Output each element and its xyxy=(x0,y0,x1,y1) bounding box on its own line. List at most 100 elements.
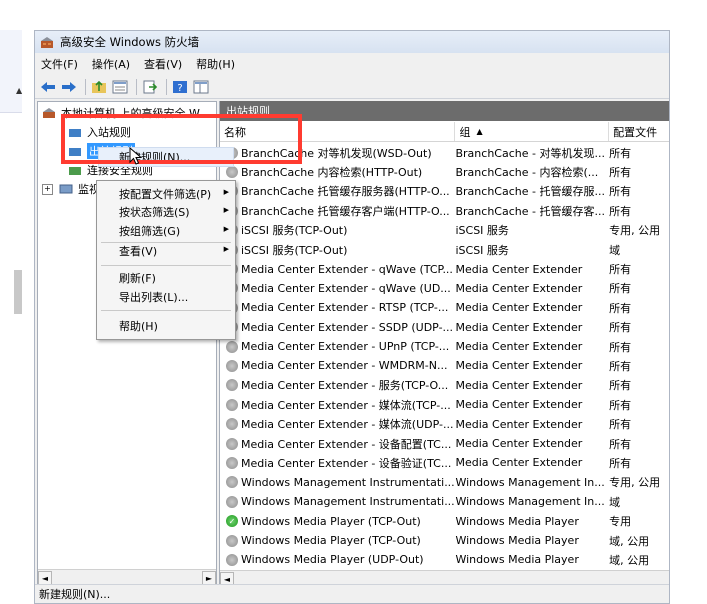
table-row[interactable]: Media Center Extender - WMDRM-N... Media … xyxy=(220,356,669,375)
cell-profile: 域, 公用 xyxy=(609,534,650,548)
firewall-app-icon xyxy=(40,36,55,49)
ctx-filter-by-profile[interactable]: 按配置文件筛选(P) xyxy=(119,185,211,203)
cell-profile: 所有 xyxy=(609,301,632,315)
rule-disabled-icon xyxy=(226,340,238,353)
cell-name: Media Center Extender - 设备验证(TC... xyxy=(220,455,455,471)
navigation-tree: 本地计算机 上的高级安全 W... 入站规则 出站规则 连接安全规则 + 监视 … xyxy=(37,101,217,587)
rule-disabled-icon xyxy=(226,398,238,411)
table-row[interactable]: iSCSI 服务(TCP-Out) iSCSI 服务 专用, 公用 xyxy=(220,221,669,240)
rule-disabled-icon xyxy=(226,495,238,508)
scroll-up-icon[interactable]: ▲ xyxy=(16,86,22,95)
table-row[interactable]: Windows Management Instrumentati... Windo… xyxy=(220,473,669,492)
properties-icon[interactable] xyxy=(111,79,129,95)
rule-enabled-icon: ✓ xyxy=(226,515,238,528)
table-row[interactable]: BranchCache 对等机发现(WSD-Out) BranchCache - … xyxy=(220,143,669,162)
tree-item-monitoring[interactable]: + 监视 xyxy=(42,180,100,198)
ctx-export-list[interactable]: 导出列表(L)... xyxy=(119,288,188,306)
cell-group: BranchCache - 托管缓存客... xyxy=(455,204,605,218)
tree-root[interactable]: 本地计算机 上的高级安全 W... xyxy=(42,104,209,122)
scroll-right-icon[interactable]: ► xyxy=(202,571,216,585)
cell-name: Media Center Extender - 媒体流(UDP-... xyxy=(220,416,455,432)
cell-name: iSCSI 服务(TCP-Out) xyxy=(220,222,455,238)
back-icon[interactable] xyxy=(39,79,57,95)
cell-profile: 域 xyxy=(609,495,621,509)
table-row[interactable]: BranchCache 托管缓存客户端(HTTP-O... BranchCache… xyxy=(220,201,669,220)
cell-group: Media Center Extender xyxy=(455,301,583,315)
rule-disabled-icon xyxy=(226,418,238,431)
table-row[interactable]: Windows Management Instrumentati... Windo… xyxy=(220,492,669,511)
cell-profile: 所有 xyxy=(609,398,632,412)
cell-name: Media Center Extender - qWave (UD... xyxy=(220,282,455,295)
menu-view[interactable]: 查看(V) xyxy=(144,56,182,72)
up-folder-icon[interactable] xyxy=(90,79,108,95)
table-row[interactable]: BranchCache 托管缓存服务器(HTTP-O... BranchCache… xyxy=(220,182,669,201)
table-row[interactable]: Media Center Extender - 媒体流(UDP-... Media… xyxy=(220,414,669,433)
table-row[interactable]: Media Center Extender - 设备验证(TC... Media … xyxy=(220,453,669,472)
cell-name: iSCSI 服务(TCP-Out) xyxy=(220,242,455,258)
table-row[interactable]: BranchCache 内容检索(HTTP-Out) BranchCache - … xyxy=(220,162,669,181)
cell-name: Media Center Extender - UPnP (TCP-... xyxy=(220,340,455,353)
table-row[interactable]: ✓ Windows Media Player (TCP-Out) Windows M… xyxy=(220,511,669,530)
cell-group: Media Center Extender xyxy=(455,359,583,373)
scroll-left-icon[interactable]: ◄ xyxy=(38,571,52,585)
table-row[interactable]: Windows Media Player (UDP-Out) Windows Me… xyxy=(220,550,669,569)
toolbar-divider xyxy=(166,79,167,95)
submenu-arrow-icon: ▶ xyxy=(223,206,229,214)
ctx-filter-by-state[interactable]: 按状态筛选(S) xyxy=(119,203,190,221)
cell-group: Media Center Extender xyxy=(455,398,583,412)
table-row[interactable]: Media Center Extender - RTSP (TCP-... Med… xyxy=(220,298,669,317)
table-row[interactable]: Media Center Extender - qWave (TCP... Med… xyxy=(220,259,669,278)
table-row[interactable]: Media Center Extender - UPnP (TCP-... Med… xyxy=(220,337,669,356)
export-icon[interactable] xyxy=(141,79,159,95)
cell-group: Windows Management In... xyxy=(455,495,605,509)
cell-name: Windows Management Instrumentati... xyxy=(220,476,455,489)
column-header-profile[interactable]: 配置文件 xyxy=(609,122,669,141)
help-icon[interactable]: ? xyxy=(171,79,189,95)
column-header-name[interactable]: 名称 xyxy=(220,122,456,141)
cell-profile: 所有 xyxy=(609,437,632,451)
menu-file[interactable]: 文件(F) xyxy=(41,56,78,72)
cell-name: Windows Media Player (TCP-Out) xyxy=(220,534,455,547)
submenu-arrow-icon: ▶ xyxy=(223,245,229,253)
menu-help[interactable]: 帮助(H) xyxy=(196,56,235,72)
table-row[interactable]: Windows Media Player (TCP-Out) Windows Me… xyxy=(220,531,669,550)
toolbar-divider xyxy=(136,79,137,95)
ctx-help[interactable]: 帮助(H) xyxy=(119,317,158,335)
scrollbar-thumb[interactable] xyxy=(14,270,22,314)
table-row[interactable]: Media Center Extender - 服务(TCP-O... Media… xyxy=(220,376,669,395)
expand-plus-icon[interactable]: + xyxy=(42,183,53,195)
cell-group: Media Center Extender xyxy=(455,417,583,431)
cell-group: BranchCache - 内容检索(... xyxy=(455,166,599,180)
menu-action[interactable]: 操作(A) xyxy=(92,56,130,72)
tree-item-inbound-rules[interactable]: 入站规则 xyxy=(68,123,131,141)
monitoring-icon xyxy=(59,183,73,195)
ctx-new-rule[interactable]: 新建规则(N)... xyxy=(98,147,234,167)
table-row[interactable]: Media Center Extender - qWave (UD... Medi… xyxy=(220,279,669,298)
cell-group: Windows Media Player xyxy=(455,553,579,567)
rule-disabled-icon xyxy=(226,166,238,179)
show-hide-pane-icon[interactable] xyxy=(192,79,210,95)
cell-name: Media Center Extender - RTSP (TCP-... xyxy=(220,301,455,314)
submenu-arrow-icon: ▶ xyxy=(223,188,229,196)
cell-profile: 专用, 公用 xyxy=(609,224,661,238)
table-row[interactable]: Media Center Extender - 媒体流(TCP-... Media… xyxy=(220,395,669,414)
status-bar: 新建规则(N)... xyxy=(35,584,669,603)
connection-security-icon xyxy=(68,164,82,176)
cell-name: Media Center Extender - 设备配置(TC... xyxy=(220,436,455,452)
table-row[interactable]: iSCSI 服务(TCP-Out) iSCSI 服务 域 xyxy=(220,240,669,259)
cell-group: Media Center Extender xyxy=(455,281,583,295)
forward-icon[interactable] xyxy=(60,79,78,95)
cell-group: Media Center Extender xyxy=(455,262,583,276)
status-text: 新建规则(N)... xyxy=(39,588,111,601)
rule-disabled-icon xyxy=(226,553,238,566)
ctx-refresh[interactable]: 刷新(F) xyxy=(119,269,156,287)
cell-name: Windows Management Instrumentati... xyxy=(220,495,455,508)
table-row[interactable]: Media Center Extender - 设备配置(TC... Media … xyxy=(220,434,669,453)
cell-profile: 专用 xyxy=(609,515,632,529)
ctx-view[interactable]: 查看(V) xyxy=(119,242,157,260)
ctx-filter-by-group[interactable]: 按组筛选(G) xyxy=(119,222,180,240)
column-header-row: 名称 组 ▲ 配置文件 xyxy=(220,122,669,142)
table-row[interactable]: Media Center Extender - SSDP (UDP-... Med… xyxy=(220,318,669,337)
column-header-group[interactable]: 组 ▲ xyxy=(455,122,610,141)
cell-profile: 所有 xyxy=(609,456,632,470)
